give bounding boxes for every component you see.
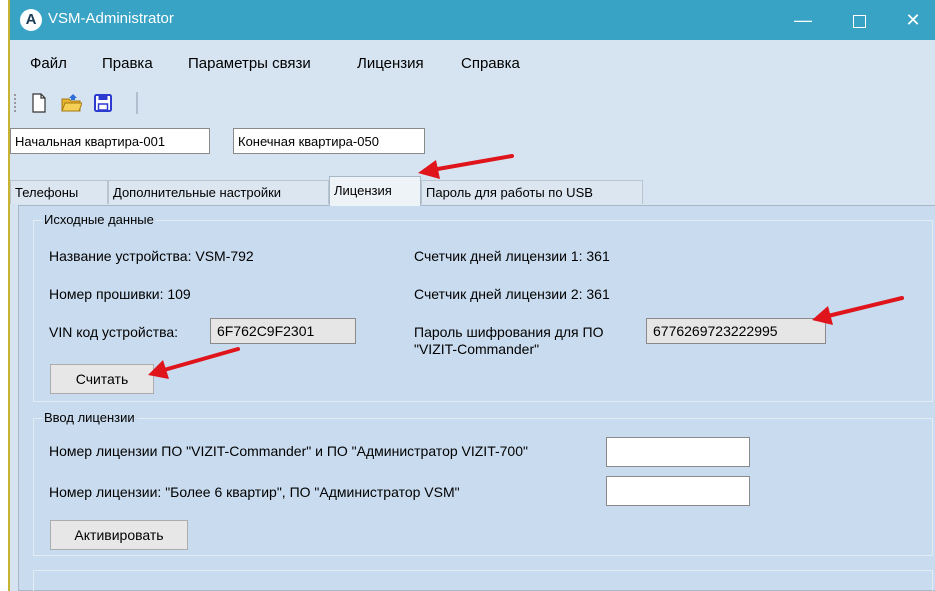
license-counter-1-text: Счетчик дней лицензии 1: 361 <box>414 248 610 264</box>
toolbar-grip[interactable] <box>14 94 16 114</box>
vin-code-field[interactable]: 6F762C9F2301 <box>210 318 356 344</box>
new-file-icon[interactable] <box>28 92 50 114</box>
license-1-input[interactable] <box>606 437 750 467</box>
app-logo-icon: A <box>20 9 42 31</box>
save-icon[interactable] <box>92 92 114 114</box>
license-tab-panel: Исходные данные Название устройства: VSM… <box>18 205 935 591</box>
license-input-title: Ввод лицензии <box>42 410 137 425</box>
title-bar[interactable]: A VSM-Administrator — ✕ <box>10 0 935 40</box>
license-1-label: Номер лицензии ПО "VIZIT-Commander" и ПО… <box>49 443 528 459</box>
license-2-label: Номер лицензии: "Более 6 квартир", ПО "А… <box>49 484 460 500</box>
activate-button[interactable]: Активировать <box>50 520 188 550</box>
encryption-password-label-line2: "VIZIT-Commander" <box>414 341 540 357</box>
license-counter-2-text: Счетчик дней лицензии 2: 361 <box>414 286 610 302</box>
minimize-button[interactable]: — <box>780 0 826 40</box>
menu-file[interactable]: Файл <box>30 55 67 72</box>
app-window: A VSM-Administrator — ✕ Файл Правка Пара… <box>8 0 935 591</box>
tab-license[interactable]: Лицензия <box>329 176 421 206</box>
tab-phones[interactable]: Телефоны <box>10 180 108 204</box>
encryption-password-field[interactable]: 6776269723222995 <box>646 318 826 344</box>
menu-edit[interactable]: Правка <box>102 55 153 72</box>
tab-usb-password[interactable]: Пароль для работы по USB <box>421 180 643 204</box>
menu-license[interactable]: Лицензия <box>357 55 424 72</box>
firmware-text: Номер прошивки: 109 <box>49 286 191 302</box>
bottom-group <box>33 570 933 591</box>
license-input-group: Ввод лицензии Номер лицензии ПО "VIZIT-C… <box>33 410 933 556</box>
start-apartment-field[interactable]: Начальная квартира-001 <box>10 128 210 154</box>
tab-additional-settings[interactable]: Дополнительные настройки <box>108 180 329 204</box>
close-button[interactable]: ✕ <box>890 0 935 40</box>
tab-strip: Телефоны Дополнительные настройки Лиценз… <box>10 176 935 206</box>
source-data-group: Исходные данные Название устройства: VSM… <box>33 212 933 402</box>
vin-label: VIN код устройства: <box>49 324 179 340</box>
menu-help[interactable]: Справка <box>461 55 520 72</box>
license-2-input[interactable] <box>606 476 750 506</box>
menu-connection-settings[interactable]: Параметры связи <box>188 55 311 72</box>
window-title: VSM-Administrator <box>48 10 174 27</box>
read-button[interactable]: Считать <box>50 364 154 394</box>
toolbar-separator <box>136 92 138 114</box>
end-apartment-field[interactable]: Конечная квартира-050 <box>233 128 425 154</box>
open-folder-icon[interactable] <box>60 92 82 114</box>
menu-bar: Файл Правка Параметры связи Лицензия Спр… <box>10 40 935 84</box>
maximize-button[interactable] <box>836 0 882 40</box>
encryption-password-label-line1: Пароль шифрования для ПО <box>414 324 604 340</box>
source-data-title: Исходные данные <box>42 212 156 227</box>
toolbar <box>10 84 935 124</box>
device-name-text: Название устройства: VSM-792 <box>49 248 254 264</box>
